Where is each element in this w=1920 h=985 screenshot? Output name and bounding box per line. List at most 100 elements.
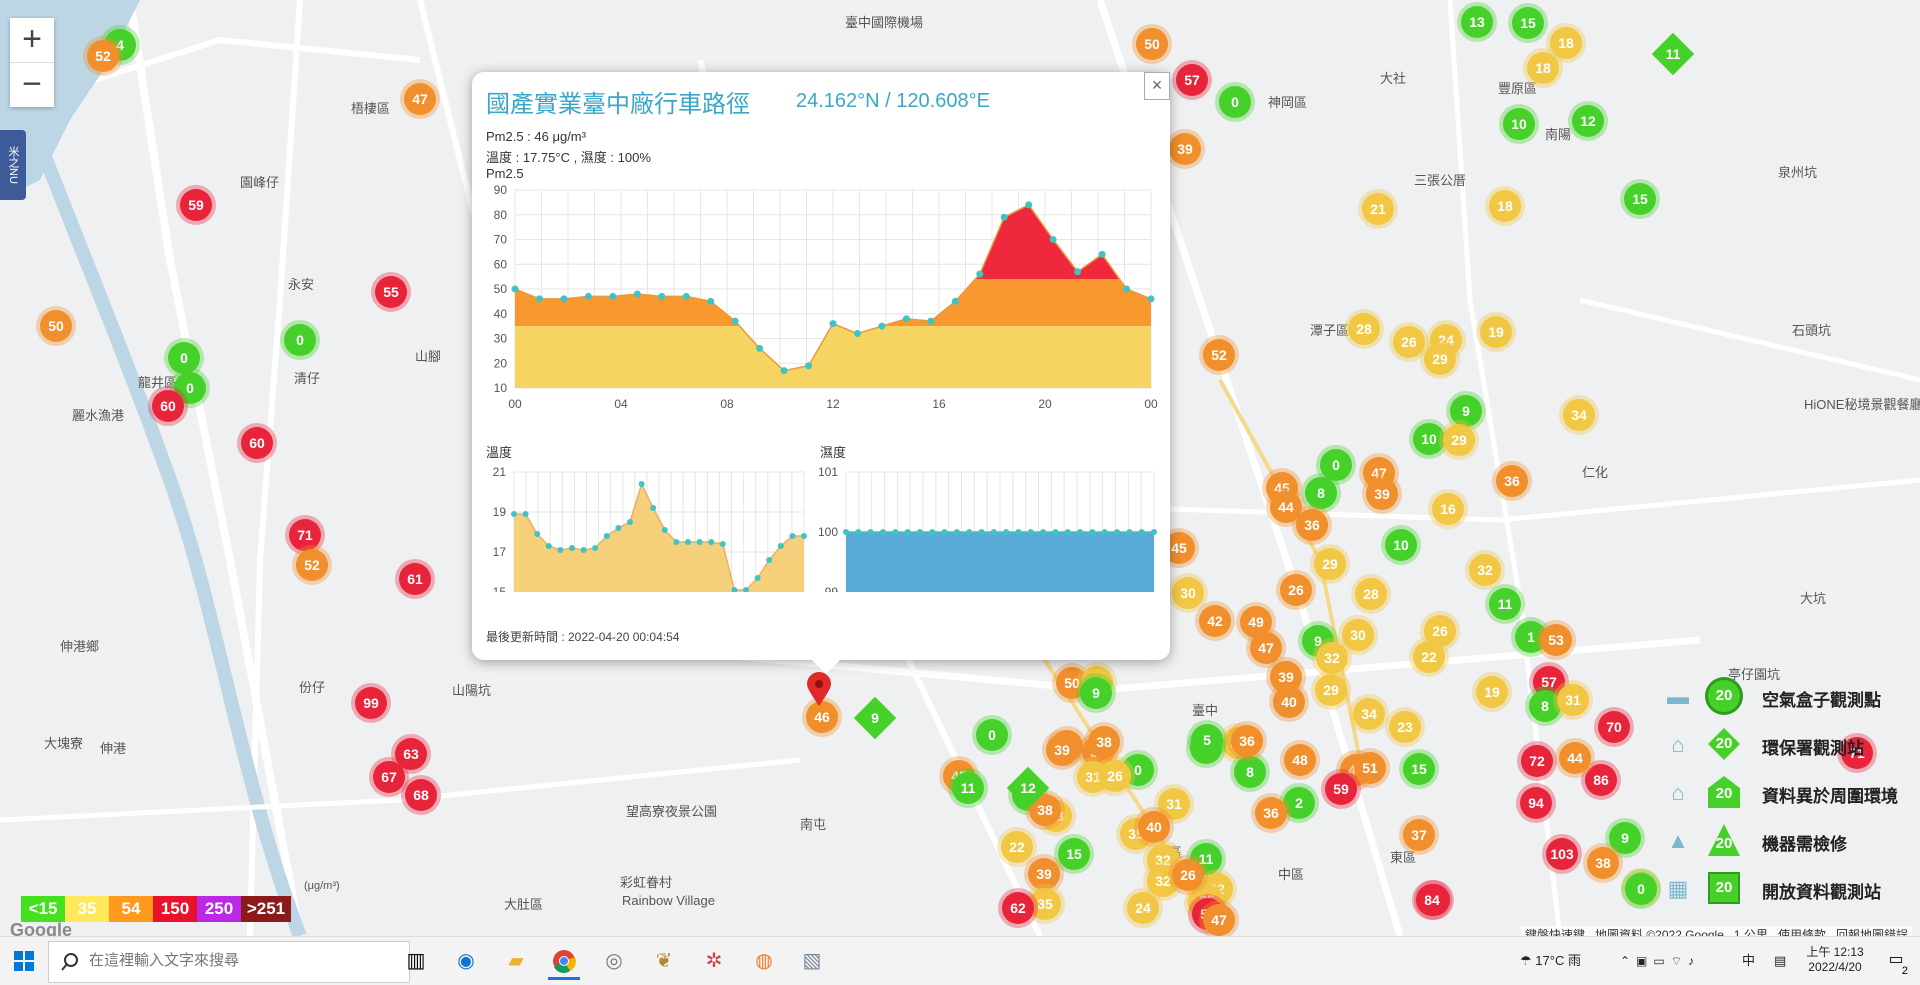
zoom-out-button[interactable]: − [10,63,54,107]
app-icon-4[interactable]: ▧ [796,945,828,977]
station-marker[interactable]: 99 [355,687,387,719]
station-marker[interactable]: 36 [1296,509,1328,541]
station-marker[interactable]: 57 [1176,64,1208,96]
station-marker[interactable]: 68 [405,779,437,811]
app-icon-2[interactable]: ❦ [648,945,680,977]
map-scale-label[interactable]: 1 公里 [1734,928,1768,936]
station-marker[interactable]: 18 [1550,27,1582,59]
station-marker[interactable]: 39 [1046,734,1078,766]
station-marker[interactable]: 29 [1443,424,1475,456]
clock[interactable]: 上午 12:13 2022/4/20 [1800,943,1870,974]
station-marker[interactable]: 29 [1424,343,1456,375]
notification-center[interactable]: ▭ 2 [1884,949,1908,977]
station-marker[interactable]: 11 [952,772,984,804]
station-marker[interactable]: 26 [1099,760,1131,792]
epa-station-marker[interactable]: 12 [1006,766,1050,810]
station-marker[interactable]: 0 [976,719,1008,751]
station-marker[interactable]: 0 [168,342,200,374]
station-marker[interactable]: 32 [1469,554,1501,586]
epa-station-marker[interactable]: 9 [853,696,897,740]
station-marker[interactable]: 8 [1234,756,1266,788]
station-marker[interactable]: 59 [1325,773,1357,805]
station-marker[interactable]: 70 [1598,711,1630,743]
station-marker[interactable]: 10 [1503,108,1535,140]
app-icon-3[interactable]: ✲ [698,945,730,977]
report-error-link[interactable]: 回報地圖錯誤 [1836,928,1908,936]
station-marker[interactable]: 0 [1320,449,1352,481]
station-marker[interactable]: 34 [1563,399,1595,431]
station-marker[interactable]: 39 [1366,478,1398,510]
station-marker[interactable]: 10 [1413,423,1445,455]
station-marker[interactable]: 30 [1172,577,1204,609]
weather-widget[interactable]: ☂ 17°C 雨 [1520,937,1581,985]
station-marker[interactable]: 36 [1255,797,1287,829]
station-marker[interactable]: 72 [1521,745,1553,777]
keyboard-shortcuts-link[interactable]: 鍵盤快速鍵 [1525,928,1585,936]
station-marker[interactable]: 8 [1305,477,1337,509]
station-marker[interactable]: 35 [1029,888,1061,920]
station-marker[interactable]: 50 [1136,28,1168,60]
station-marker[interactable]: 15 [1058,838,1090,870]
station-marker[interactable]: 38 [1088,726,1120,758]
station-marker[interactable]: 60 [152,390,184,422]
edge-icon[interactable]: ◉ [450,945,482,977]
station-marker[interactable]: 51 [1354,752,1386,784]
station-marker[interactable]: 28 [1348,313,1380,345]
station-marker[interactable]: 8 [1529,690,1561,722]
station-marker[interactable]: 11 [1489,588,1521,620]
station-marker[interactable]: 47 [1250,632,1282,664]
station-marker[interactable]: 52 [87,40,119,72]
station-marker[interactable]: 55 [375,276,407,308]
station-marker[interactable]: 28 [1355,578,1387,610]
station-marker[interactable]: 67 [373,761,405,793]
station-marker[interactable]: 19 [1476,676,1508,708]
station-marker[interactable]: 0 [284,324,316,356]
blender-icon[interactable]: ◍ [748,945,780,977]
station-marker[interactable]: 60 [241,427,273,459]
start-button[interactable] [8,945,40,977]
station-marker[interactable]: 18 [1527,52,1559,84]
station-marker[interactable]: 15 [1512,7,1544,39]
station-marker[interactable]: 5 [1191,724,1223,756]
side-tab[interactable]: 米之NU [0,130,26,200]
keyboard-icon[interactable]: ▤ [1774,937,1786,985]
station-marker[interactable]: 15 [1403,753,1435,785]
station-marker[interactable]: 84 [1416,884,1448,916]
station-marker[interactable]: 53 [1540,624,1572,656]
taskbar-search[interactable] [48,941,410,983]
system-tray-icons[interactable]: ⌃▣▭⌔♪ [1620,937,1700,985]
station-marker[interactable]: 26 [1172,859,1204,891]
station-marker[interactable]: 24 [1127,892,1159,924]
station-marker[interactable]: 39 [1028,858,1060,890]
station-marker[interactable]: 10 [1385,529,1417,561]
terms-link[interactable]: 使用條款 [1778,928,1826,936]
station-marker[interactable]: 22 [1001,831,1033,863]
station-marker[interactable]: 32 [1316,642,1348,674]
station-marker[interactable]: 19 [1480,316,1512,348]
station-marker[interactable]: 61 [399,563,431,595]
station-marker[interactable]: 62 [1002,892,1034,924]
station-marker[interactable]: 9 [1080,677,1112,709]
station-marker[interactable]: 9 [1450,395,1482,427]
station-marker[interactable]: 40 [1273,686,1305,718]
station-marker[interactable]: 36 [1496,465,1528,497]
station-marker[interactable]: 30 [1342,619,1374,651]
station-marker[interactable]: 22 [1413,641,1445,673]
station-marker[interactable]: 13 [1461,6,1493,38]
station-marker[interactable]: 21 [1362,193,1394,225]
station-marker[interactable]: 12 [1572,105,1604,137]
station-marker[interactable]: 103 [1546,838,1578,870]
map-area[interactable]: 臺中國際機場 梧棲區 園峰仔 永安 清仔 龍井區 麗水漁港 山腳 伸港鄉 份仔 大肚區 山陽坑 伸港 大塊… [0,0,1920,936]
station-marker[interactable]: 59 [180,189,212,221]
epa-station-marker[interactable]: 11 [1651,32,1695,76]
station-marker[interactable]: 34 [1353,698,1385,730]
station-marker[interactable]: 26 [1393,326,1425,358]
app-icon-1[interactable]: ◎ [598,945,630,977]
station-marker[interactable]: 50 [40,310,72,342]
station-marker[interactable]: 36 [1231,725,1263,757]
station-marker[interactable]: 31 [1557,684,1589,716]
selected-location-pin[interactable] [805,672,833,708]
search-input[interactable] [87,951,391,970]
station-marker[interactable]: 48 [1284,744,1316,776]
station-marker[interactable]: 52 [1203,339,1235,371]
